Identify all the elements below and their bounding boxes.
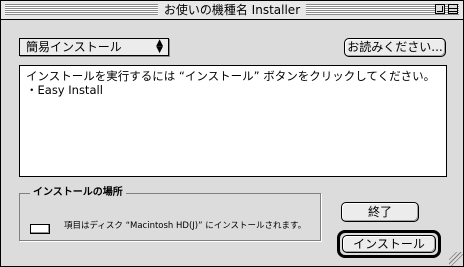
resize-grip-icon[interactable] [449,252,463,266]
down-arrow-icon: ▼ [156,45,163,55]
install-location-group: インストールの場所 項目はディスク “Macintosh HD(J)” にインス… [19,186,321,241]
quit-button[interactable]: 終了 [341,202,419,222]
window-title: お使いの機種名 Installer [157,1,307,19]
collapse-box-icon[interactable] [448,4,458,14]
description-text-area[interactable]: インストールを実行するには “インストール” ボタンをクリックしてください。 ・… [19,65,447,177]
install-button[interactable]: インストール [342,235,436,253]
hard-disk-icon [30,224,50,234]
description-line-2: ・Easy Install [26,83,103,97]
zoom-box-icon[interactable] [435,4,445,14]
read-me-button[interactable]: お読みください... [344,38,446,57]
description-line-1: インストールを実行するには “インストール” ボタンをクリックしてください。 [26,69,436,83]
install-type-selected: 簡易インストール [26,40,122,54]
install-location-info: 項目はディスク “Macintosh HD(J)” にインストールされます。 [64,221,307,231]
popup-arrows-icon: ▲ ▼ [156,39,163,55]
title-bar[interactable]: お使いの機種名 Installer [1,1,463,20]
installer-window: お使いの機種名 Installer 簡易インストール ▲ ▼ お読みください..… [0,0,464,267]
install-type-popup[interactable]: 簡易インストール ▲ ▼ [19,38,169,56]
install-location-title: インストールの場所 [30,186,126,200]
